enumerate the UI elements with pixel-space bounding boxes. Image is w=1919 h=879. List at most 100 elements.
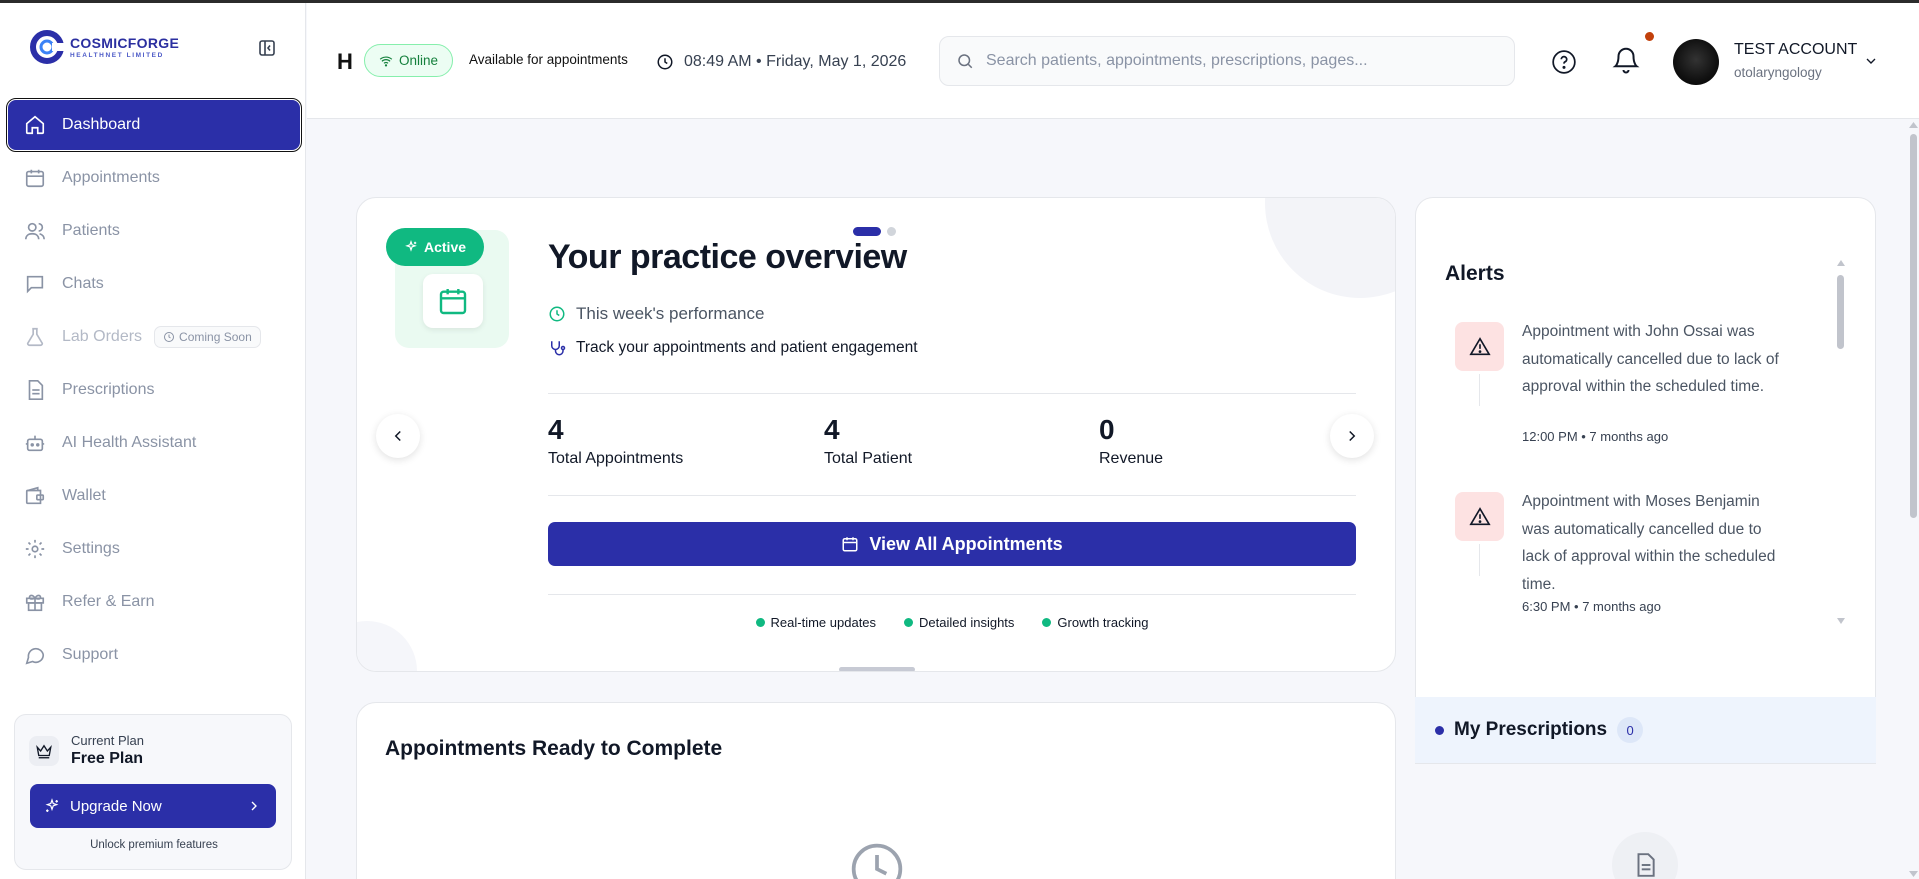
sidebar-item-prescriptions[interactable]: Prescriptions [8, 365, 300, 415]
avatar[interactable] [1673, 39, 1719, 85]
prescriptions-count-badge: 0 [1617, 717, 1644, 743]
message-circle-icon [24, 644, 46, 666]
account-name[interactable]: TEST ACCOUNT [1734, 41, 1857, 59]
brand-subtitle: HEALTHNET LIMITED [70, 52, 164, 59]
view-all-appointments-button[interactable]: View All Appointments [548, 522, 1356, 566]
current-datetime: 08:49 AM • Friday, May 1, 2026 [656, 53, 906, 71]
sidebar-item-patients[interactable]: Patients [8, 206, 300, 256]
flask-icon [24, 326, 46, 348]
sidebar-collapse-icon[interactable] [256, 37, 278, 59]
carousel-dot-2[interactable] [887, 227, 896, 236]
page-title-truncated: H [337, 49, 353, 74]
decorative-circle [1265, 198, 1395, 298]
wallet-icon [24, 485, 46, 507]
sidebar-item-settings[interactable]: Settings [8, 524, 300, 574]
brand-name: COSMICFORGE [70, 35, 180, 51]
sidebar-item-label: Chats [62, 275, 104, 292]
decorative-circle [357, 621, 417, 671]
timeline-line [1479, 374, 1480, 406]
chevron-right-icon [251, 801, 257, 811]
sidebar-item-dashboard[interactable]: Dashboard [6, 98, 302, 152]
chat-icon [24, 273, 46, 295]
sidebar-item-wallet[interactable]: Wallet [8, 471, 300, 521]
top-bar: H Online Available for appointments 08:4… [307, 3, 1919, 119]
alert-text: Appointment with John Ossai was automati… [1522, 323, 1779, 395]
active-badge: Active [386, 228, 485, 266]
plan-name: Free Plan [71, 750, 144, 767]
sidebar-item-chats[interactable]: Chats [8, 259, 300, 309]
chevron-left-icon [394, 430, 401, 442]
warning-icon [1455, 322, 1504, 371]
document-icon [24, 379, 46, 401]
notification-dot [1645, 32, 1654, 41]
overview-subtitle: This week's performance [548, 304, 764, 324]
stat-value: 0 [1099, 414, 1115, 445]
section-title: Appointments Ready to Complete [385, 737, 723, 760]
help-icon[interactable] [1551, 49, 1577, 75]
my-prescriptions-header[interactable]: My Prescriptions 0 [1415, 697, 1876, 764]
sidebar-item-appointments[interactable]: Appointments [8, 153, 300, 203]
alerts-scrollbar-thumb[interactable] [1837, 275, 1844, 349]
coming-soon-badge: Coming Soon [154, 326, 261, 348]
sidebar-item-label: Support [62, 646, 119, 663]
sidebar-item-label: Appointments [62, 169, 160, 186]
sidebar-item-label: AI Health Assistant [62, 434, 197, 451]
alert-time: 6:30 PM • 7 months ago [1522, 599, 1661, 614]
brand-logo[interactable]: COSMICFORGE HEALTHNET LIMITED [30, 29, 179, 65]
online-status-badge[interactable]: Online [364, 44, 454, 77]
account-role: otolaryngology [1734, 65, 1822, 80]
warning-icon [1455, 492, 1504, 541]
stat-label: Total Appointments [548, 450, 684, 467]
calendar-icon [24, 167, 46, 189]
sidebar-item-label: Refer & Earn [62, 593, 155, 610]
sidebar-nav: Dashboard Appointments Patients Chats La… [6, 98, 302, 683]
current-plan-card: Current Plan Free Plan Upgrade Now Unloc… [14, 714, 292, 870]
overview-description: Track your appointments and patient enga… [548, 339, 918, 357]
availability-text: Available for appointments [469, 52, 628, 67]
practice-overview-card: Active Your practice overview This week'… [356, 197, 1396, 672]
appointments-ready-card: Appointments Ready to Complete [356, 702, 1396, 879]
sidebar-item-refer-earn[interactable]: Refer & Earn [8, 577, 300, 627]
chevron-right-icon [1349, 430, 1356, 442]
sidebar-item-support[interactable]: Support [8, 630, 300, 680]
sidebar-item-ai-health-assistant[interactable]: AI Health Assistant [8, 418, 300, 468]
chevron-down-icon[interactable] [1863, 53, 1879, 74]
global-search[interactable] [939, 36, 1515, 86]
upgrade-now-button[interactable]: Upgrade Now [30, 784, 276, 828]
bell-icon[interactable] [1611, 45, 1643, 77]
wifi-icon [379, 55, 393, 67]
sidebar-item-lab-orders[interactable]: Lab Orders Coming Soon [8, 312, 300, 362]
stat-revenue: 0 Revenue [1099, 414, 1163, 468]
clock-icon [657, 54, 673, 70]
document-icon [1612, 832, 1678, 879]
clock-icon [164, 332, 175, 342]
feature-item: Real-time updates [755, 615, 876, 630]
sidebar-item-label: Lab Orders [62, 328, 143, 345]
stat-total-appointments: 4 Total Appointments [548, 414, 683, 468]
sidebar-item-label: Patients [62, 222, 120, 239]
overview-stats: 4 Total Appointments 4 Total Patient 0 R… [548, 393, 1356, 496]
alerts-title: Alerts [1445, 262, 1505, 285]
gift-icon [24, 591, 46, 613]
card-scroll-handle[interactable] [839, 667, 915, 671]
users-icon [24, 220, 46, 242]
calendar-icon [842, 537, 858, 552]
carousel-dot-1[interactable] [853, 227, 881, 236]
stat-label: Revenue [1099, 450, 1164, 467]
stat-label: Total Patient [824, 450, 913, 467]
page-scrollbar-thumb[interactable] [1910, 134, 1917, 518]
section-bullet [1435, 725, 1444, 735]
feature-item: Growth tracking [1042, 615, 1148, 630]
plan-label: Current Plan [71, 733, 144, 748]
sidebar-item-label: Wallet [62, 487, 106, 504]
alert-time: 12:00 PM • 7 months ago [1522, 429, 1669, 444]
alerts-panel: Alerts Appointment with John Ossai was a… [1415, 197, 1876, 697]
carousel-prev-button[interactable] [376, 414, 420, 458]
prescriptions-title: My Prescriptions [1454, 719, 1608, 740]
alert-text: Appointment with Moses Benjamin was auto… [1522, 493, 1776, 593]
crown-icon [29, 735, 59, 766]
carousel-indicators [853, 227, 896, 236]
sparkles-icon [405, 240, 417, 252]
carousel-next-button[interactable] [1330, 414, 1374, 458]
search-input[interactable] [986, 52, 1486, 70]
